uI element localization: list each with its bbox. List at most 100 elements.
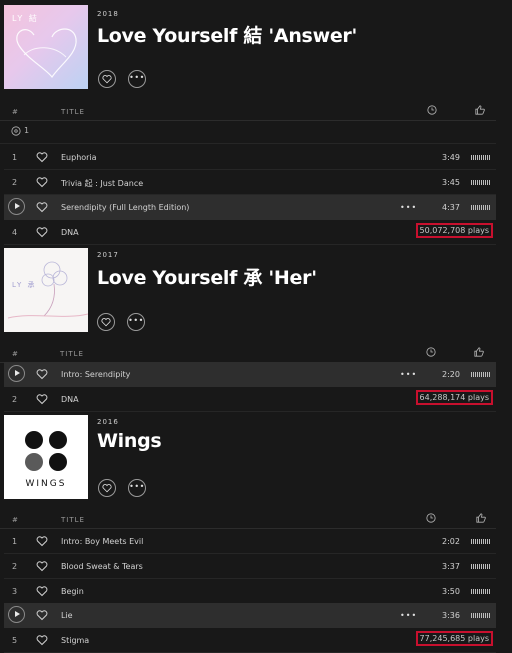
album-more-button[interactable]: ••• xyxy=(128,70,146,88)
play-count: 50,072,708 plays xyxy=(415,223,493,238)
track-more-button[interactable]: ••• xyxy=(400,370,417,379)
track-number: 3 xyxy=(12,587,18,596)
track-name: Stigma xyxy=(61,636,90,645)
play-button[interactable] xyxy=(8,198,25,215)
track-more-button[interactable]: ••• xyxy=(400,611,417,620)
album-more-button[interactable]: ••• xyxy=(128,479,146,497)
track-row[interactable]: 1 Intro: Boy Meets Evil 2:02 xyxy=(4,529,496,554)
album-wings: WINGS 2016 Wings ••• # TITLE 1 Intro: Bo… xyxy=(0,413,512,653)
track-name: Lie xyxy=(61,611,73,620)
heart-icon[interactable] xyxy=(36,368,48,380)
track-duration: 2:02 xyxy=(442,537,460,546)
track-row[interactable]: 3 Begin 3:50 xyxy=(4,579,496,604)
album-title[interactable]: Love Yourself 承 'Her' xyxy=(97,263,317,290)
album-title[interactable]: Wings xyxy=(97,430,162,452)
album-more-button[interactable]: ••• xyxy=(127,313,145,331)
column-num: # xyxy=(12,350,19,358)
cover-art-flower-icon xyxy=(7,261,88,319)
more-icon: ••• xyxy=(129,73,145,82)
tracklist-header: # TITLE xyxy=(0,104,496,121)
track-name: Intro: Boy Meets Evil xyxy=(61,537,144,546)
popularity-bar xyxy=(471,205,491,210)
track-row[interactable]: 2 DNA 64,288,174 plays xyxy=(4,387,496,412)
column-title: TITLE xyxy=(61,108,85,116)
clock-icon xyxy=(426,347,436,357)
album-year: 2017 xyxy=(97,251,119,259)
column-num: # xyxy=(12,108,19,116)
disc-number: 1 xyxy=(24,126,30,135)
heart-icon xyxy=(102,484,112,493)
thumbs-up-icon xyxy=(475,105,485,115)
heart-icon[interactable] xyxy=(36,560,48,572)
disc-icon xyxy=(11,126,21,136)
heart-icon[interactable] xyxy=(36,585,48,597)
track-row-active[interactable]: Intro: Serendipity ••• 2:20 xyxy=(4,362,496,387)
track-duration: 3:49 xyxy=(442,153,460,162)
play-count: 77,245,685 plays xyxy=(415,631,493,646)
album-love-yourself-her: LY 承 2017 Love Yourself 承 'Her' ••• # TI… xyxy=(0,245,512,413)
album-title[interactable]: Love Yourself 結 'Answer' xyxy=(97,21,357,48)
track-number: 2 xyxy=(12,178,18,187)
track-duration: 3:36 xyxy=(442,611,460,620)
track-number: 5 xyxy=(12,636,18,645)
save-album-button[interactable] xyxy=(98,70,116,88)
save-album-button[interactable] xyxy=(97,313,115,331)
track-more-button[interactable]: ••• xyxy=(400,203,417,212)
track-duration: 4:37 xyxy=(442,203,460,212)
heart-icon[interactable] xyxy=(36,634,48,646)
cover-text: LY 承 xyxy=(12,281,37,289)
heart-icon[interactable] xyxy=(36,151,48,163)
popularity-bar xyxy=(471,372,491,377)
heart-icon xyxy=(102,75,112,84)
column-num: # xyxy=(12,516,19,524)
heart-icon xyxy=(101,318,111,327)
tracklist-header: # TITLE xyxy=(0,512,496,529)
play-button[interactable] xyxy=(8,606,25,623)
track-name: Blood Sweat & Tears xyxy=(61,562,143,571)
track-name: Serendipity (Full Length Edition) xyxy=(61,203,190,212)
track-row[interactable]: 2 Blood Sweat & Tears 3:37 xyxy=(4,554,496,579)
track-number: 1 xyxy=(12,537,18,546)
clock-icon xyxy=(426,513,436,523)
save-album-button[interactable] xyxy=(98,479,116,497)
track-duration: 3:45 xyxy=(442,178,460,187)
track-duration: 3:37 xyxy=(442,562,460,571)
track-row-active[interactable]: Lie ••• 3:36 xyxy=(4,603,496,628)
track-row[interactable]: 1 Euphoria 3:49 xyxy=(4,145,496,170)
track-number: 4 xyxy=(12,228,18,237)
play-button[interactable] xyxy=(8,365,25,382)
album-cover-wings[interactable]: WINGS xyxy=(4,415,88,499)
track-name: Begin xyxy=(61,587,84,596)
thumbs-up-icon xyxy=(476,513,486,523)
heart-icon[interactable] xyxy=(36,201,48,213)
track-duration: 3:50 xyxy=(442,587,460,596)
column-title: TITLE xyxy=(60,350,84,358)
track-name: DNA xyxy=(61,228,79,237)
cover-text: WINGS xyxy=(25,479,67,489)
track-name: Intro: Serendipity xyxy=(61,370,131,379)
heart-icon[interactable] xyxy=(36,535,48,547)
track-number: 2 xyxy=(12,395,18,404)
track-number: 2 xyxy=(12,562,18,571)
album-cover-answer[interactable]: LY 結 xyxy=(4,5,88,89)
heart-icon[interactable] xyxy=(36,226,48,238)
track-name: DNA xyxy=(61,395,79,404)
track-row-active[interactable]: Serendipity (Full Length Edition) ••• 4:… xyxy=(4,195,496,220)
album-year: 2016 xyxy=(97,418,119,426)
popularity-bar xyxy=(471,180,491,185)
track-name: Trivia 起 : Just Dance xyxy=(61,179,144,188)
play-count: 64,288,174 plays xyxy=(415,390,493,405)
album-year: 2018 xyxy=(97,10,119,18)
heart-icon[interactable] xyxy=(36,393,48,405)
column-title: TITLE xyxy=(61,516,85,524)
heart-icon[interactable] xyxy=(36,609,48,621)
track-row[interactable]: 4 DNA 50,072,708 plays xyxy=(4,220,496,245)
popularity-bar xyxy=(471,539,491,544)
heart-icon[interactable] xyxy=(36,176,48,188)
track-name: Euphoria xyxy=(61,153,97,162)
album-cover-her[interactable]: LY 承 xyxy=(4,248,88,332)
popularity-bar xyxy=(471,589,491,594)
more-icon: ••• xyxy=(128,316,144,325)
track-row[interactable]: 2 Trivia 起 : Just Dance 3:45 xyxy=(4,170,496,195)
track-row[interactable]: 5 Stigma 77,245,685 plays xyxy=(4,628,496,653)
